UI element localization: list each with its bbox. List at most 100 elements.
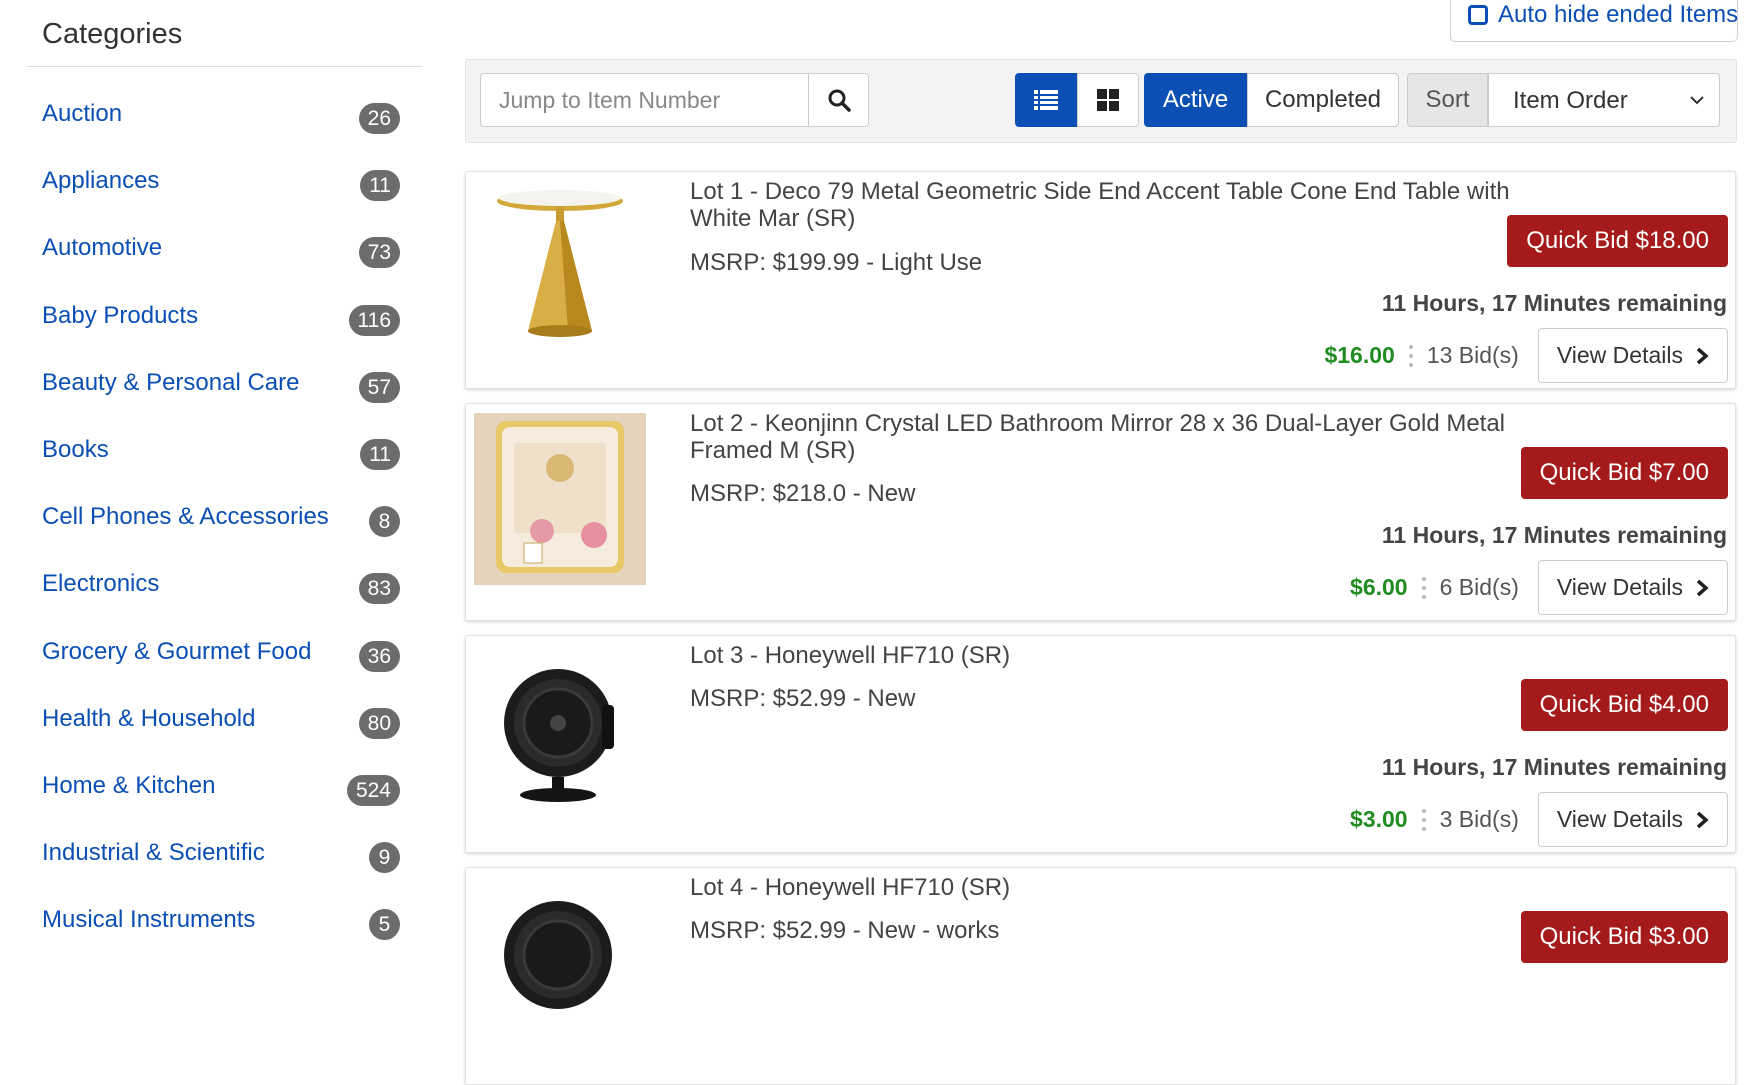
grid-view-button[interactable] xyxy=(1077,73,1139,127)
category-count-badge: 83 xyxy=(358,573,400,605)
category-link[interactable]: Home & Kitchen xyxy=(42,772,215,800)
category-item-cell-phones[interactable]: Cell Phones & Accessories 8 xyxy=(27,487,422,554)
jump-to-item-input[interactable] xyxy=(480,73,809,127)
lot-thumbnail[interactable] xyxy=(474,181,646,353)
category-link[interactable]: Baby Products xyxy=(42,302,198,330)
category-count-badge: 9 xyxy=(369,842,400,874)
search-icon xyxy=(828,89,851,112)
view-details-button[interactable]: View Details xyxy=(1537,792,1728,847)
category-item-electronics[interactable]: Electronics 83 xyxy=(27,554,422,621)
lot-bid-row: $3.00 3 Bid(s) View Details xyxy=(1350,792,1728,847)
category-item-books[interactable]: Books 11 xyxy=(27,420,422,487)
category-item-health[interactable]: Health & Household 80 xyxy=(27,689,422,756)
lot-thumbnail[interactable] xyxy=(474,413,646,585)
lot-card: Lot 3 - Honeywell HF710 (SR) MSRP: $52.9… xyxy=(465,635,1736,853)
lot-msrp: MSRP: $218.0 - New xyxy=(690,480,916,507)
time-remaining: 11 Hours, 17 Minutes remaining xyxy=(1381,290,1727,316)
auto-hide-label[interactable]: Auto hide ended Items xyxy=(1498,1,1738,29)
separator-icon xyxy=(1408,344,1413,367)
chevron-right-icon xyxy=(1696,579,1709,596)
bid-count: 6 Bid(s) xyxy=(1439,574,1519,600)
category-item-automotive[interactable]: Automotive 73 xyxy=(27,218,422,285)
category-link[interactable]: Beauty & Personal Care xyxy=(42,369,299,397)
time-remaining: 11 Hours, 17 Minutes remaining xyxy=(1381,754,1727,780)
filter-active-button[interactable]: Active xyxy=(1144,73,1247,127)
category-count-badge: 11 xyxy=(360,170,400,202)
category-item-baby-products[interactable]: Baby Products 116 xyxy=(27,286,422,353)
category-link[interactable]: Grocery & Gourmet Food xyxy=(42,638,311,666)
category-count-badge: 8 xyxy=(369,506,400,538)
category-count-badge: 73 xyxy=(358,237,400,269)
sort-label: Sort xyxy=(1407,73,1488,127)
category-count-badge: 26 xyxy=(358,103,400,134)
category-link[interactable]: Automotive xyxy=(42,234,162,262)
grid-icon xyxy=(1097,89,1119,111)
auto-hide-checkbox[interactable] xyxy=(1468,5,1488,25)
category-item-grocery[interactable]: Grocery & Gourmet Food 36 xyxy=(27,622,422,689)
category-link[interactable]: Cell Phones & Accessories xyxy=(42,503,329,531)
view-details-label: View Details xyxy=(1556,806,1683,832)
filter-completed-button[interactable]: Completed xyxy=(1247,73,1399,127)
lot-thumbnail[interactable] xyxy=(474,645,646,817)
quick-bid-button[interactable]: Quick Bid $4.00 xyxy=(1520,679,1728,731)
view-details-label: View Details xyxy=(1556,574,1683,600)
lot-card: Lot 1 - Deco 79 Metal Geometric Side End… xyxy=(465,171,1736,389)
sort-select[interactable]: Item Order xyxy=(1488,73,1720,127)
category-item-beauty[interactable]: Beauty & Personal Care 57 xyxy=(27,353,422,420)
current-price: $3.00 xyxy=(1350,806,1408,832)
category-count-badge: 11 xyxy=(360,438,400,470)
chevron-right-icon xyxy=(1696,347,1709,364)
category-count-badge: 57 xyxy=(358,371,400,403)
lot-bid-row: $6.00 6 Bid(s) View Details xyxy=(1350,560,1728,615)
lot-bid-row: $16.00 13 Bid(s) View Details xyxy=(1324,328,1728,383)
lot-msrp: MSRP: $199.99 - Light Use xyxy=(690,249,983,276)
separator-icon xyxy=(1421,576,1426,599)
view-details-button[interactable]: View Details xyxy=(1537,328,1728,383)
lot-card: Lot 4 - Honeywell HF710 (SR) MSRP: $52.9… xyxy=(465,867,1736,1085)
lot-msrp: MSRP: $52.99 - New - works xyxy=(690,917,1000,944)
separator-icon xyxy=(1421,808,1426,831)
lot-title[interactable]: Lot 4 - Honeywell HF710 (SR) xyxy=(690,874,1530,901)
chevron-right-icon xyxy=(1696,811,1709,828)
lot-thumbnail[interactable] xyxy=(474,877,646,1049)
category-item-industrial[interactable]: Industrial & Scientific 9 xyxy=(27,823,422,890)
category-list: Auction 26 Appliances 11 Automotive 73 B… xyxy=(27,84,422,957)
time-remaining: 11 Hours, 17 Minutes remaining xyxy=(1381,522,1727,548)
bid-count: 13 Bid(s) xyxy=(1426,342,1519,368)
category-item-appliances[interactable]: Appliances 11 xyxy=(27,151,422,218)
category-link[interactable]: Electronics xyxy=(42,570,159,598)
category-item-home-kitchen[interactable]: Home & Kitchen 524 xyxy=(27,756,422,823)
category-link[interactable]: Appliances xyxy=(42,167,159,195)
quick-bid-button[interactable]: Quick Bid $3.00 xyxy=(1520,911,1728,963)
list-view-button[interactable] xyxy=(1015,73,1077,127)
categories-divider xyxy=(27,66,422,67)
category-link[interactable]: Industrial & Scientific xyxy=(42,839,265,867)
category-count-badge: 116 xyxy=(348,304,400,336)
sort-selected-value: Item Order xyxy=(1513,87,1628,114)
bid-count: 3 Bid(s) xyxy=(1439,806,1519,832)
category-count-badge: 524 xyxy=(346,774,400,806)
category-count-badge: 5 xyxy=(369,909,400,941)
current-price: $16.00 xyxy=(1324,342,1395,368)
category-item-auction[interactable]: Auction 26 xyxy=(27,84,422,151)
chevron-down-icon xyxy=(1690,96,1704,105)
category-link[interactable]: Books xyxy=(42,436,109,464)
list-icon xyxy=(1034,90,1058,110)
categories-heading: Categories xyxy=(42,18,183,50)
lot-title[interactable]: Lot 2 - Keonjinn Crystal LED Bathroom Mi… xyxy=(690,410,1530,464)
view-details-button[interactable]: View Details xyxy=(1537,560,1728,615)
lot-card: Lot 2 - Keonjinn Crystal LED Bathroom Mi… xyxy=(465,403,1736,621)
lot-title[interactable]: Lot 3 - Honeywell HF710 (SR) xyxy=(690,642,1530,669)
category-link[interactable]: Musical Instruments xyxy=(42,906,255,934)
category-item-musical[interactable]: Musical Instruments 5 xyxy=(27,890,422,957)
category-link[interactable]: Health & Household xyxy=(42,705,255,733)
auto-hide-toggle[interactable]: Auto hide ended Items xyxy=(1450,0,1738,42)
category-link[interactable]: Auction xyxy=(42,100,122,128)
lot-msrp: MSRP: $52.99 - New xyxy=(690,685,916,712)
quick-bid-button[interactable]: Quick Bid $7.00 xyxy=(1520,447,1728,499)
lot-title[interactable]: Lot 1 - Deco 79 Metal Geometric Side End… xyxy=(690,178,1530,232)
current-price: $6.00 xyxy=(1350,574,1408,600)
view-details-label: View Details xyxy=(1556,342,1683,368)
search-button[interactable] xyxy=(808,73,869,127)
quick-bid-button[interactable]: Quick Bid $18.00 xyxy=(1507,215,1728,267)
